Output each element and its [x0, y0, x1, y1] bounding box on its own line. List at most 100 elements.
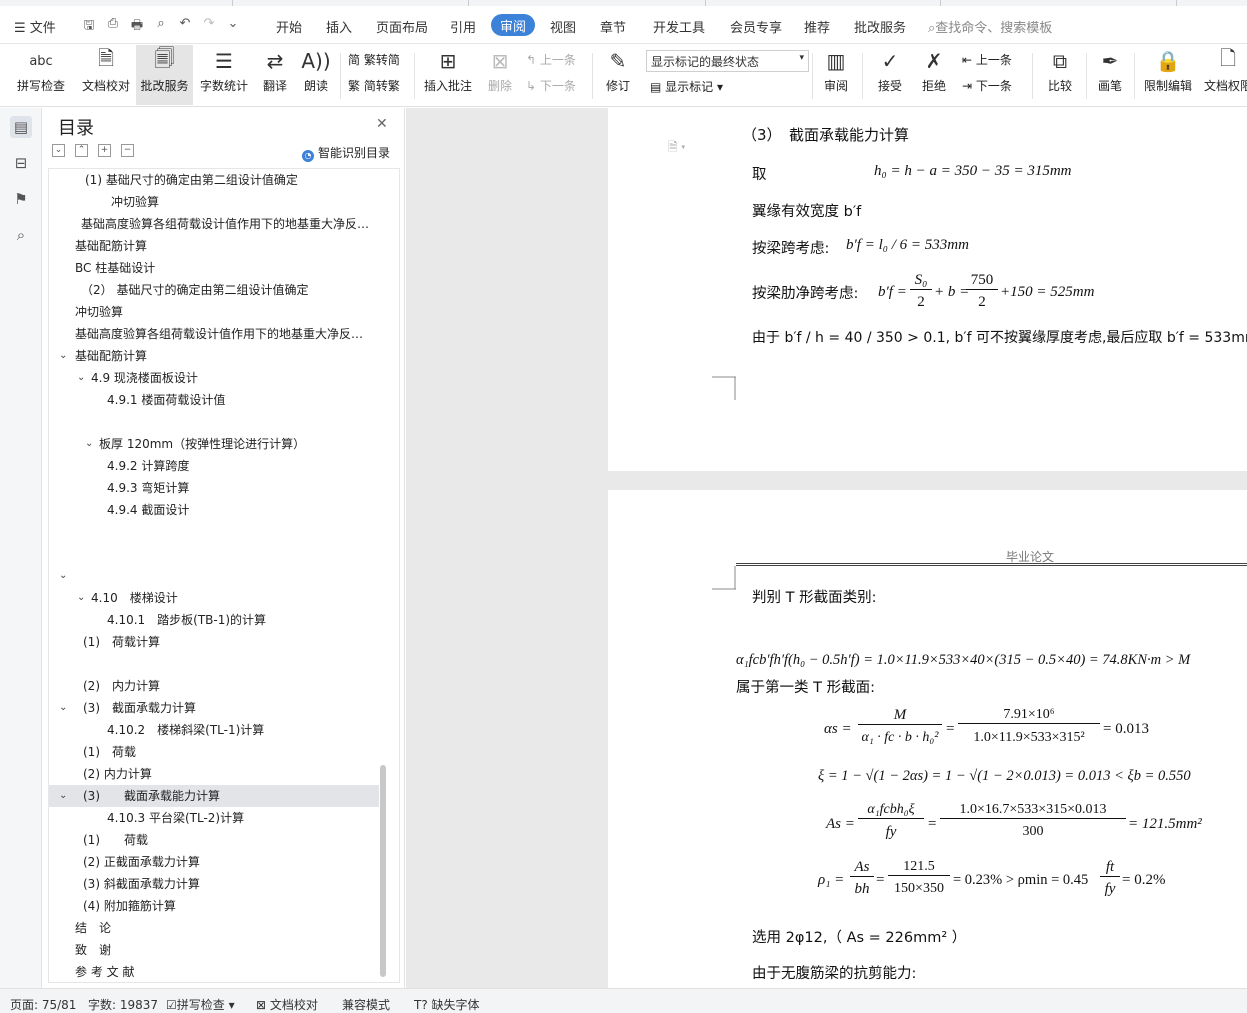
chevron-down-icon[interactable]: ⌄	[59, 697, 67, 719]
toc-item[interactable]: 结 论	[49, 917, 379, 939]
toc-item[interactable]: 4.10.2 楼梯斜梁(TL-1)计算	[49, 719, 379, 741]
reject-button[interactable]: ✗ 拒绝	[914, 45, 954, 105]
markup-mode-select[interactable]: 显示标记的最终状态 ▾	[646, 50, 809, 72]
search-icon[interactable]: ⌕	[10, 224, 32, 246]
doc-rights-button[interactable]: 🗋 文档权限	[1200, 45, 1247, 105]
toc-item[interactable]: BC 柱基础设计	[49, 257, 379, 279]
toc-item[interactable]	[49, 521, 379, 543]
toc-item[interactable]: 致 谢	[49, 939, 379, 961]
chapter-icon[interactable]: ⊟	[10, 152, 32, 174]
toc-item[interactable]: (3) 斜截面承载力计算	[49, 873, 379, 895]
word-count-indicator[interactable]: 字数: 19837	[88, 996, 158, 1013]
file-menu[interactable]: ☰ 文件	[14, 17, 56, 36]
toc-item[interactable]: ⌄ (3) 截面承载能力计算	[49, 785, 379, 807]
toc-item[interactable]	[49, 653, 379, 675]
toc-item[interactable]	[49, 543, 379, 565]
tab-3[interactable]: 引用	[450, 17, 476, 36]
redo-icon[interactable]: ↷	[200, 16, 218, 38]
chevron-down-icon[interactable]: ⌄	[224, 16, 242, 38]
insert-comment-button[interactable]: ⊞ 插入批注	[420, 45, 476, 105]
chevron-down-icon[interactable]: ⌄	[59, 565, 67, 587]
smart-toc-button[interactable]: ◔ 智能识别目录	[302, 144, 390, 162]
command-search[interactable]: ⌕查找命令、搜索模板	[928, 17, 1052, 36]
next-change-button[interactable]: ⇥ 下一条	[962, 77, 1012, 94]
prev-change-button[interactable]: ⇤ 上一条	[962, 51, 1012, 68]
export-pdf-icon[interactable]: ⎙	[104, 16, 122, 38]
show-markup-button[interactable]: ▤ 显示标记 ▾	[650, 78, 723, 95]
add-level-icon[interactable]: +	[98, 144, 111, 157]
toc-item[interactable]: 冲切验算	[49, 301, 379, 323]
accept-button[interactable]: ✓ 接受	[870, 45, 910, 105]
toc-item[interactable]: 参 考 文 献	[49, 961, 379, 982]
toc-item[interactable]: ⌄ 4.10 楼梯设计	[49, 587, 379, 609]
bookmark-icon[interactable]: ⚑	[10, 188, 32, 210]
tab-4[interactable]: 审阅	[491, 14, 536, 36]
trad-to-simp-button[interactable]: 简 繁转简	[348, 51, 400, 68]
tab-10[interactable]: 批改服务	[854, 17, 906, 36]
pen-button[interactable]: ✒ 画笔	[1092, 45, 1128, 105]
toc-item[interactable]	[49, 411, 379, 433]
tab-0[interactable]: 开始	[276, 17, 302, 36]
page-indicator[interactable]: 页面: 75/81	[10, 996, 76, 1013]
status-proofread[interactable]: ⊠ 文档校对	[256, 996, 318, 1013]
toc-item[interactable]: (1) 荷载计算	[49, 631, 379, 653]
status-spell-check[interactable]: ☑拼写检查 ▾	[166, 996, 235, 1013]
toc-item[interactable]: 4.9.3 弯矩计算	[49, 477, 379, 499]
chevron-down-icon[interactable]: ⌄	[59, 345, 67, 367]
toc-item[interactable]: 4.9.1 楼面荷载设计值	[49, 389, 379, 411]
chevron-down-icon[interactable]: ⌄	[77, 587, 85, 609]
toc-item[interactable]: (2) 内力计算	[49, 675, 379, 697]
restrict-edit-button[interactable]: 🔒 限制编辑	[1140, 45, 1196, 105]
toc-item[interactable]: (2) 正截面承载力计算	[49, 851, 379, 873]
tab-6[interactable]: 章节	[600, 17, 626, 36]
chevron-down-icon[interactable]: ⌄	[59, 785, 67, 807]
toc-item[interactable]: (1) 荷载	[49, 741, 379, 763]
chevron-down-icon[interactable]: ⌄	[77, 367, 85, 389]
missing-font-button[interactable]: T? 缺失字体	[414, 996, 480, 1013]
tab-2[interactable]: 页面布局	[376, 17, 428, 36]
undo-icon[interactable]: ↶	[176, 16, 194, 38]
toc-item[interactable]: (1) 荷载	[49, 829, 379, 851]
toc-item[interactable]: 4.9.2 计算跨度	[49, 455, 379, 477]
tab-5[interactable]: 视图	[550, 17, 576, 36]
prev-comment-button[interactable]: ↰ 上一条	[526, 51, 576, 68]
delete-comment-button[interactable]: ⊠ 删除	[480, 45, 520, 105]
read-aloud-button[interactable]: A)) 朗读	[298, 45, 334, 105]
toc-item[interactable]: ⌄ (3) 截面承载力计算	[49, 697, 379, 719]
next-comment-button[interactable]: ↳ 下一条	[526, 77, 576, 94]
toc-item[interactable]: (4) 附加箍筋计算	[49, 895, 379, 917]
toc-item[interactable]: ⌄ 板厚 120mm（按弹性理论进行计算）	[49, 433, 379, 455]
spell-check-button[interactable]: abc 拼写检查	[10, 45, 72, 105]
simp-to-trad-button[interactable]: 繁 简转繁	[348, 77, 400, 94]
review-service-button[interactable]: 🗐 批改服务	[136, 45, 193, 105]
chevron-down-icon[interactable]: ⌄	[85, 433, 93, 455]
toc-item[interactable]: 冲切验算	[49, 191, 379, 213]
toc-item[interactable]: 4.10.3 平台梁(TL-2)计算	[49, 807, 379, 829]
toc-icon[interactable]: ▤	[10, 116, 32, 138]
toc-item[interactable]: 4.10.1 踏步板(TB-1)的计算	[49, 609, 379, 631]
track-changes-button[interactable]: ✎ 修订	[598, 45, 638, 105]
toc-item[interactable]: 4.9.4 截面设计	[49, 499, 379, 521]
compare-button[interactable]: ⧉ 比较	[1038, 45, 1082, 105]
print-icon[interactable]: 🖶	[128, 16, 146, 38]
tab-7[interactable]: 开发工具	[653, 17, 705, 36]
toc-item[interactable]: ⌄ 基础配筋计算	[49, 345, 379, 367]
collapse-all-icon[interactable]: ⌄	[52, 144, 65, 157]
toc-item[interactable]: (1) 基础尺寸的确定由第二组设计值确定	[49, 169, 379, 191]
close-icon[interactable]: ✕	[376, 116, 388, 132]
toc-scrollbar[interactable]	[380, 765, 386, 977]
word-count-button[interactable]: ☰ 字数统计	[197, 45, 251, 105]
tab-9[interactable]: 推荐	[804, 17, 830, 36]
toc-item[interactable]: 基础配筋计算	[49, 235, 379, 257]
tab-1[interactable]: 插入	[326, 17, 352, 36]
save-icon[interactable]: 🖫	[80, 16, 98, 38]
print-preview-icon[interactable]: ⌕	[152, 16, 170, 38]
expand-up-icon[interactable]: ⌃	[75, 144, 88, 157]
doc-proofread-button[interactable]: 🗎 文档校对	[79, 45, 133, 105]
toc-item[interactable]: ⌄ 4.9 现浇楼面板设计	[49, 367, 379, 389]
toc-item[interactable]: （2） 基础尺寸的确定由第二组设计值确定	[49, 279, 379, 301]
toc-item[interactable]: (2) 内力计算	[49, 763, 379, 785]
toc-item[interactable]: 基础高度验算各组荷载设计值作用下的地基重大净反…	[49, 213, 379, 235]
review-pane-button[interactable]: ▥ 审阅	[816, 45, 856, 105]
translate-button[interactable]: ⇄ 翻译	[256, 45, 294, 105]
